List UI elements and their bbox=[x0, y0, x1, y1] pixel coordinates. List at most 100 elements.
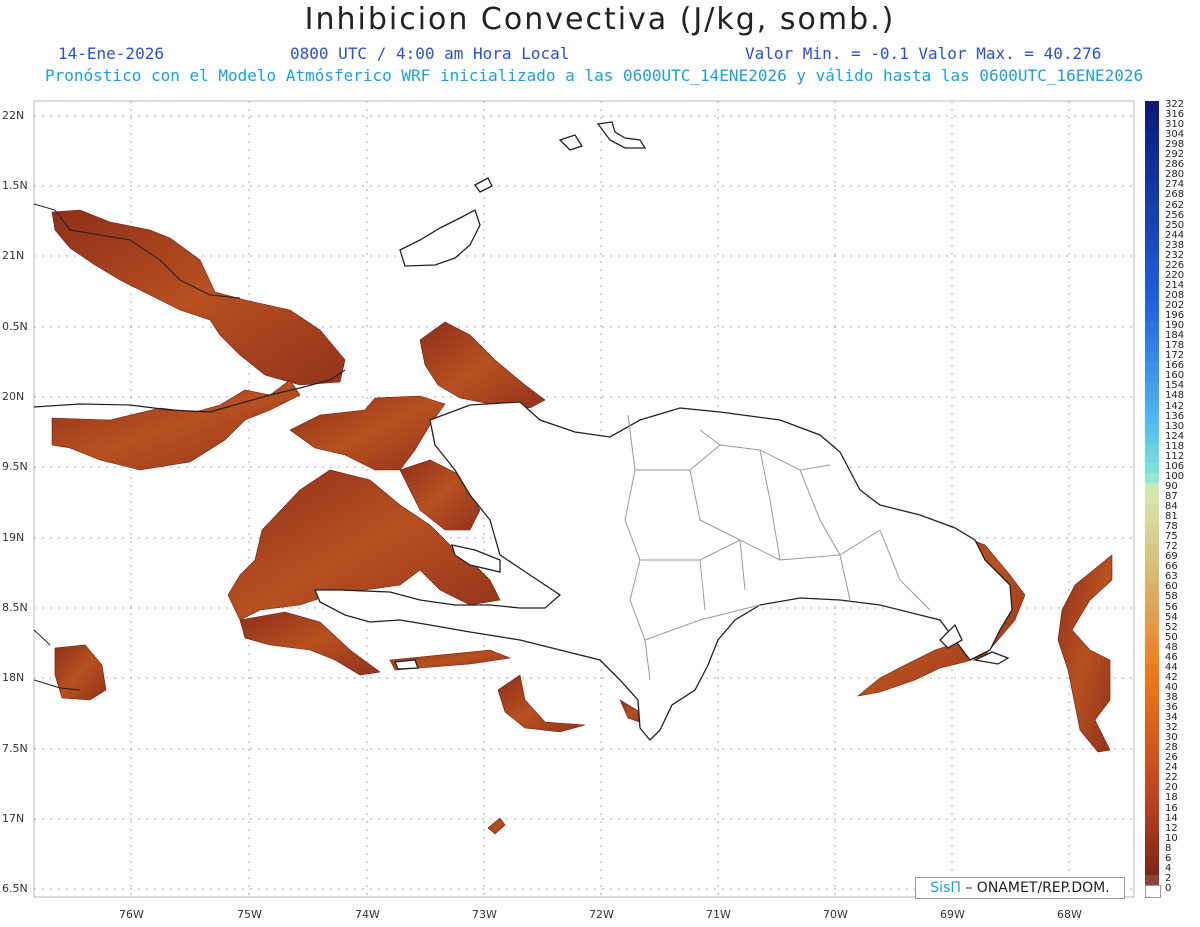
colorbar-cell bbox=[1145, 101, 1159, 112]
colorbar-cell bbox=[1145, 804, 1159, 816]
colorbar-cell bbox=[1145, 613, 1159, 625]
colorbar-cell bbox=[1145, 643, 1159, 655]
lon-label: 76W bbox=[119, 908, 144, 921]
lat-label: 1.5N bbox=[2, 179, 28, 192]
colorbar-cell bbox=[1145, 432, 1159, 444]
colorbar-cell bbox=[1145, 633, 1159, 645]
colorbar-cell bbox=[1145, 201, 1159, 213]
colorbar-cell bbox=[1145, 191, 1159, 203]
colorbar-cell bbox=[1145, 261, 1159, 273]
lat-label: 8.5N bbox=[2, 601, 28, 614]
colorbar-cell bbox=[1145, 693, 1159, 705]
colorbar-cell bbox=[1145, 834, 1159, 846]
colorbar-cell bbox=[1145, 492, 1159, 504]
lat-label: 19N bbox=[2, 531, 25, 544]
colorbar-cell bbox=[1145, 452, 1159, 464]
colorbar-cell bbox=[1145, 774, 1159, 786]
colorbar-cell bbox=[1145, 824, 1159, 836]
colorbar-cell bbox=[1145, 573, 1159, 585]
lon-label: 69W bbox=[940, 908, 965, 921]
colorbar-cell bbox=[1145, 714, 1159, 725]
credit-text: – ONAMET/REP.DOM. bbox=[960, 880, 1110, 896]
colorbar-cell bbox=[1145, 121, 1159, 132]
colorbar-cell bbox=[1145, 332, 1159, 343]
credit-box: SisΠ – ONAMET/REP.DOM. bbox=[915, 877, 1125, 899]
colorbar-cell bbox=[1145, 593, 1159, 605]
colorbar-cell bbox=[1145, 653, 1159, 665]
map-canvas bbox=[33, 100, 1135, 898]
colorbar-cell bbox=[1145, 131, 1159, 142]
colorbar-cell bbox=[1145, 513, 1159, 524]
colorbar-cell bbox=[1145, 241, 1159, 253]
colorbar-cell bbox=[1145, 854, 1159, 866]
lat-label: 9.5N bbox=[2, 460, 28, 473]
colorbar-label: 58 bbox=[1165, 591, 1178, 603]
lat-label: 22N bbox=[2, 109, 25, 122]
colorbar-cell bbox=[1145, 704, 1159, 715]
colorbar-cell bbox=[1145, 673, 1159, 685]
colorbar-cell bbox=[1145, 482, 1159, 494]
colorbar-cell bbox=[1145, 724, 1159, 735]
colorbar-cell bbox=[1145, 141, 1159, 152]
colorbar-cell bbox=[1145, 322, 1159, 333]
colorbar-cell bbox=[1145, 342, 1159, 353]
colorbar-cell bbox=[1145, 211, 1159, 223]
lon-label: 71W bbox=[706, 908, 731, 921]
colorbar-label: 0 bbox=[1165, 882, 1172, 894]
colorbar-cell bbox=[1145, 111, 1159, 122]
colorbar-cell bbox=[1145, 844, 1159, 856]
colorbar-cell bbox=[1145, 603, 1159, 615]
colorbar-cell bbox=[1145, 151, 1159, 162]
colorbar-cell bbox=[1145, 402, 1159, 414]
colorbar-cell bbox=[1145, 412, 1159, 424]
colorbar-cell bbox=[1145, 251, 1159, 263]
colorbar-cell bbox=[1145, 533, 1159, 544]
lon-label: 75W bbox=[237, 908, 262, 921]
colorbar-cell bbox=[1145, 161, 1159, 172]
colorbar-cell bbox=[1145, 372, 1159, 383]
colorbar-cell bbox=[1145, 312, 1159, 323]
colorbar-label: 262 bbox=[1165, 199, 1185, 211]
colorbar-cell bbox=[1145, 462, 1159, 474]
colorbar-label: 268 bbox=[1165, 189, 1185, 201]
lat-label: 20N bbox=[2, 390, 25, 403]
colorbar-cell bbox=[1145, 884, 1161, 898]
colorbar-label: 18 bbox=[1165, 792, 1178, 804]
colorbar-cell bbox=[1145, 744, 1159, 755]
colorbar-cell bbox=[1145, 392, 1159, 404]
colorbar-cell bbox=[1145, 734, 1159, 745]
colorbar-cell bbox=[1145, 663, 1159, 675]
colorbar-cell bbox=[1145, 281, 1159, 293]
colorbar-cell bbox=[1145, 362, 1159, 373]
lat-label: 6.5N bbox=[2, 882, 28, 895]
colorbar-cell bbox=[1145, 553, 1159, 564]
lon-label: 74W bbox=[355, 908, 380, 921]
colorbar-cell bbox=[1145, 754, 1159, 765]
colorbar-cell bbox=[1145, 181, 1159, 193]
colorbar-cell bbox=[1145, 874, 1159, 886]
colorbar-cell bbox=[1145, 794, 1159, 806]
colorbar-cell bbox=[1145, 291, 1159, 303]
credit-logo: SisΠ bbox=[930, 880, 961, 896]
colorbar-cell bbox=[1145, 382, 1159, 394]
lon-label: 72W bbox=[589, 908, 614, 921]
lat-label: 0.5N bbox=[2, 320, 28, 333]
colorbar-cell bbox=[1145, 472, 1159, 484]
colorbar-cell bbox=[1145, 583, 1159, 595]
colorbar-cell bbox=[1145, 503, 1159, 514]
colorbar-cell bbox=[1145, 543, 1159, 554]
colorbar-cell bbox=[1145, 623, 1159, 635]
colorbar-cell bbox=[1145, 563, 1159, 574]
colorbar-cell bbox=[1145, 171, 1159, 182]
colorbar-cell bbox=[1145, 523, 1159, 534]
colorbar-cell bbox=[1145, 221, 1159, 233]
lat-label: 17N bbox=[2, 812, 25, 825]
colorbar-cell bbox=[1145, 814, 1159, 826]
colorbar-cell bbox=[1145, 231, 1159, 243]
lon-label: 73W bbox=[472, 908, 497, 921]
colorbar-cell bbox=[1145, 764, 1159, 775]
colorbar-cell bbox=[1145, 422, 1159, 434]
colorbar-cell bbox=[1145, 302, 1159, 313]
colorbar-cell bbox=[1145, 271, 1159, 283]
lat-label: 7.5N bbox=[2, 742, 28, 755]
